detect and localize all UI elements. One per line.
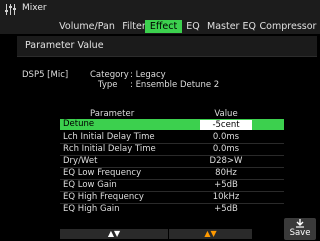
type-value: : Ensemble Detune 2 bbox=[130, 80, 220, 90]
tab-compressor[interactable]: Compressor bbox=[259, 20, 317, 33]
category-value: : Legacy bbox=[130, 70, 166, 80]
param-name: EQ High Gain bbox=[63, 204, 120, 214]
save-label: Save bbox=[289, 228, 311, 238]
param-name: EQ Low Frequency bbox=[63, 168, 142, 178]
table-row[interactable]: EQ High Frequency 10kHz bbox=[60, 192, 284, 203]
param-value: D28>W bbox=[209, 156, 243, 166]
value-scroll-arrows[interactable]: ▲▼ bbox=[169, 229, 252, 239]
table-row[interactable]: EQ Low Frequency 80Hz bbox=[60, 168, 284, 179]
param-value: +5dB bbox=[214, 180, 238, 190]
top-bar: Mixer Volume/Pan Filter Effect EQ Master… bbox=[0, 0, 320, 34]
save-button[interactable]: Save bbox=[284, 218, 316, 240]
param-name: Rch Initial Delay Time bbox=[63, 144, 156, 154]
param-value: +5dB bbox=[214, 204, 238, 214]
category-label: Category bbox=[90, 70, 129, 80]
param-name: Lch Initial Delay Time bbox=[63, 132, 155, 142]
table-row[interactable]: Lch Initial Delay Time 0.0ms bbox=[60, 132, 284, 143]
param-value: 10kHz bbox=[212, 192, 240, 202]
table-row-selected[interactable]: Detune -5cent bbox=[60, 119, 284, 130]
mixer-icon bbox=[4, 4, 18, 15]
param-value: 0.0ms bbox=[212, 144, 240, 154]
param-name: Detune bbox=[63, 119, 95, 129]
effect-slot: DSP5 [Mic] bbox=[22, 70, 69, 80]
app-title: Mixer bbox=[22, 3, 47, 13]
tab-bar: Volume/Pan Filter Effect EQ Master EQ Co… bbox=[0, 20, 320, 33]
param-name: EQ Low Gain bbox=[63, 180, 117, 190]
table-row[interactable]: Dry/Wet D28>W bbox=[60, 156, 284, 167]
tab-eq[interactable]: EQ bbox=[184, 20, 202, 33]
save-arrow-icon bbox=[284, 219, 316, 228]
tab-effect[interactable]: Effect bbox=[145, 20, 182, 33]
parameter-scroll-arrows[interactable]: ▲▼ bbox=[60, 229, 168, 239]
parameter-value-header: Parameter Value bbox=[17, 36, 317, 57]
header-parameter: Parameter bbox=[90, 109, 135, 119]
param-value: 80Hz bbox=[215, 168, 237, 178]
param-name: Dry/Wet bbox=[63, 156, 98, 166]
section-title: Parameter Value bbox=[25, 40, 104, 51]
param-name: EQ High Frequency bbox=[63, 192, 144, 202]
param-value: 0.0ms bbox=[212, 132, 240, 142]
table-row[interactable]: EQ Low Gain +5dB bbox=[60, 180, 284, 191]
table-row[interactable]: EQ High Gain +5dB bbox=[60, 204, 284, 215]
type-label: Type bbox=[98, 80, 118, 90]
param-value-field[interactable]: -5cent bbox=[200, 119, 252, 130]
header-value: Value bbox=[214, 109, 238, 119]
table-row[interactable]: Rch Initial Delay Time 0.0ms bbox=[60, 144, 284, 155]
table-header: Parameter Value bbox=[60, 109, 284, 119]
tab-master-eq[interactable]: Master EQ bbox=[205, 20, 258, 33]
tab-volume-pan[interactable]: Volume/Pan bbox=[58, 20, 116, 33]
